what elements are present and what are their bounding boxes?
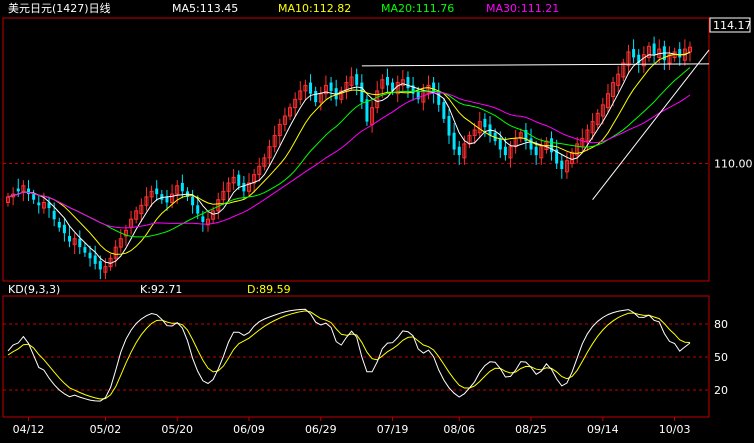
candle-body-down [534, 146, 538, 156]
x-tick-label: 06/29 [305, 423, 337, 436]
candle-body-down [329, 82, 333, 91]
kd-tick-label: 20 [714, 384, 728, 397]
kd-lines [7, 308, 691, 402]
candle-body-down [180, 182, 184, 192]
candle-body-down [309, 82, 313, 94]
candle-body-down [98, 261, 102, 270]
ma20-line [7, 67, 691, 238]
candle-body-down [503, 146, 507, 156]
chart-title: 美元日元(1427)日线 [8, 1, 111, 15]
candles [6, 36, 692, 280]
candle-body-down [457, 146, 461, 156]
candle-body-down [652, 43, 656, 55]
k-value-label: K:92.71 [140, 283, 182, 296]
ma10-label: MA10:112.82 [278, 2, 351, 15]
ma30-label: MA30:111.21 [486, 2, 559, 15]
x-tick-label: 09/14 [587, 423, 619, 436]
chart-canvas: 110.00 20 50 80 04/12 05/02 05/20 06/09 06/29 07/… [2, 1, 753, 436]
x-tick-label: 05/02 [90, 423, 122, 436]
ma5-line [7, 51, 691, 264]
x-tick-label: 07/19 [377, 423, 409, 436]
candle-body-down [406, 76, 410, 89]
candle-body-down [37, 202, 41, 206]
candle-body-down [32, 194, 36, 200]
gridlines [3, 162, 709, 391]
candle-body-down [560, 160, 564, 170]
x-tick-label: 08/06 [443, 423, 475, 436]
candle-body-down [196, 205, 200, 214]
candle-body-down [93, 255, 97, 264]
candle-body-down [57, 222, 61, 228]
candle-body-down [385, 76, 389, 86]
candle-body-down [62, 224, 66, 234]
x-tick-label: 05/20 [161, 423, 193, 436]
kd-name-label: KD(9,3,3) [8, 283, 60, 296]
candle-body-down [242, 182, 246, 192]
candle-body-down [355, 74, 359, 86]
x-tick-label: 04/12 [13, 423, 45, 436]
x-tick-label: 10/03 [659, 423, 691, 436]
candle-body-down [237, 174, 241, 186]
d-value-label: D:89.59 [247, 283, 291, 296]
candle-body-down [88, 252, 92, 259]
ma20-label: MA20:111.76 [381, 2, 454, 15]
candle-body-down [52, 210, 56, 220]
kd-tick-label: 80 [714, 318, 728, 331]
candle-body-down [78, 238, 82, 248]
candle-body-down [68, 235, 72, 242]
candle-body-down [191, 196, 195, 206]
candle-body-down [447, 116, 451, 136]
candle-body-down [632, 49, 636, 58]
candle-body-down [452, 132, 456, 150]
candle-body-down [165, 196, 169, 203]
candle-body-down [442, 102, 446, 119]
x-tick-label: 06/09 [233, 423, 265, 436]
candle-body-down [365, 99, 369, 122]
candle-body-down [529, 138, 533, 150]
candle-body-down [678, 49, 682, 58]
axis-labels: 110.00 20 50 80 04/12 05/02 05/20 06/09 06/29 07/… [13, 157, 753, 436]
trend-line [361, 63, 710, 67]
x-tick-label: 08/25 [515, 423, 547, 436]
candle-body-down [550, 138, 554, 153]
candle-body-down [483, 118, 487, 128]
moving-averages [7, 51, 691, 264]
candle-body-down [201, 216, 205, 223]
candle-body-down [360, 82, 364, 103]
candle-body-down [314, 90, 318, 103]
candle-body-down [498, 138, 502, 150]
last-price-label: 114.17 [713, 19, 752, 32]
trend-line [592, 49, 710, 201]
price-tick-label: 110.00 [714, 157, 753, 170]
candle-body-down [83, 247, 87, 253]
k-line [7, 308, 691, 402]
candle-body-down [16, 188, 20, 192]
main-panel-frame [2, 17, 710, 282]
ma10-line [7, 52, 691, 255]
kd-tick-label: 50 [714, 351, 728, 364]
ma5-label: MA5:113.45 [172, 2, 238, 15]
candle-body-down [155, 188, 159, 195]
trend-lines [361, 49, 710, 201]
candle-body-down [27, 188, 31, 195]
